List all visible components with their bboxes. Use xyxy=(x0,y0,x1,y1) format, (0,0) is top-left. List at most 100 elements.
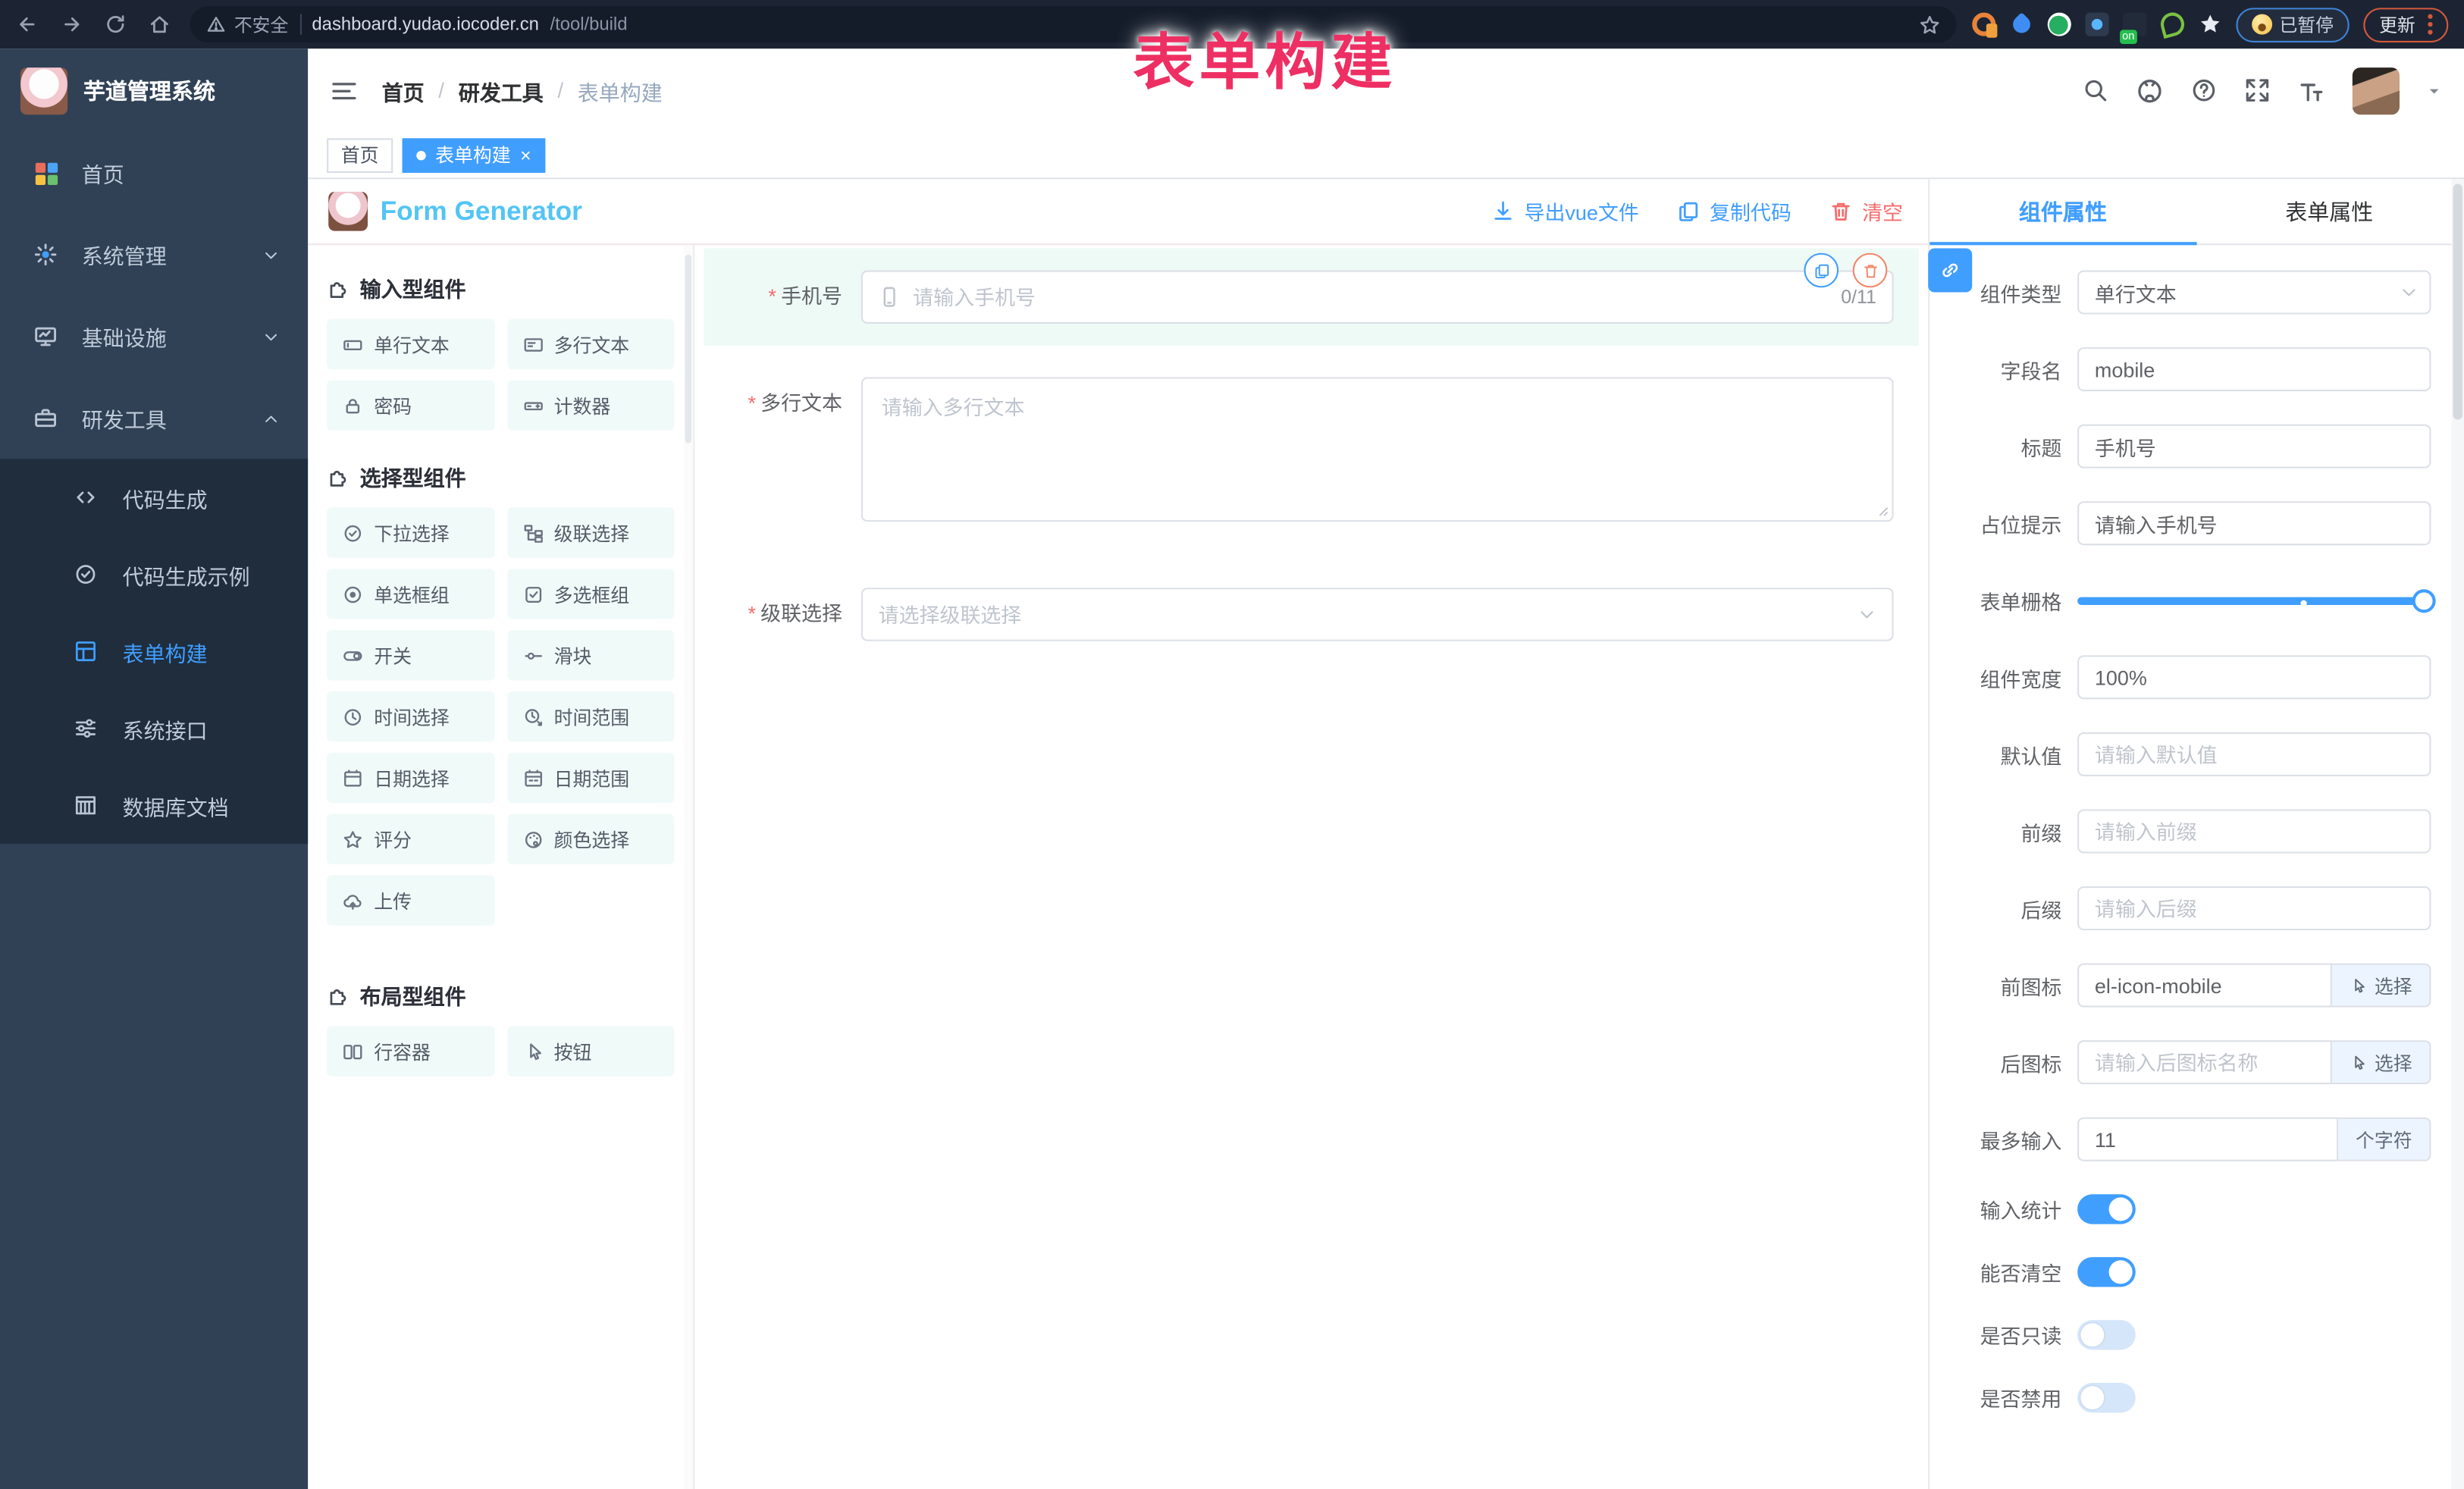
ext-orange-icon[interactable] xyxy=(1971,13,1995,36)
copy-code-button[interactable]: 复制代码 xyxy=(1677,196,1792,226)
ext-leaf-icon[interactable] xyxy=(2157,10,2186,39)
palette-item-time-picker[interactable]: 时间选择 xyxy=(327,691,494,741)
search-icon[interactable] xyxy=(2082,77,2108,104)
width-input[interactable] xyxy=(2077,655,2431,699)
ext-puzzle-icon[interactable] xyxy=(2198,13,2221,36)
palette-item-password[interactable]: 密码 xyxy=(327,381,494,431)
readonly-toggle[interactable] xyxy=(2077,1320,2136,1350)
sidebar-item-infra[interactable]: 基础设施 xyxy=(0,296,308,378)
field-name-input[interactable] xyxy=(2077,347,2431,391)
export-vue-button[interactable]: 导出vue文件 xyxy=(1491,196,1639,226)
palette-item-button[interactable]: 按钮 xyxy=(506,1026,674,1076)
resize-handle-icon[interactable] xyxy=(1875,503,1889,517)
choose-prefix-icon-button[interactable]: 选择 xyxy=(2332,964,2431,1008)
prefix-icon-input[interactable] xyxy=(2077,964,2332,1008)
radio-icon xyxy=(343,584,363,604)
palette-item-rate[interactable]: 评分 xyxy=(327,814,494,864)
max-length-input[interactable] xyxy=(2077,1118,2338,1161)
menu-dots-icon[interactable] xyxy=(2428,14,2432,35)
sidebar-item-api[interactable]: 系统接口 xyxy=(0,690,308,767)
bookmark-star-icon[interactable] xyxy=(1918,14,1940,36)
tag-form-builder[interactable]: 表单构建 × xyxy=(403,137,546,172)
breadcrumb-devtools[interactable]: 研发工具 xyxy=(459,74,544,105)
palette-item-slider[interactable]: 滑块 xyxy=(506,630,674,680)
palette-item-single-text[interactable]: 单行文本 xyxy=(327,319,494,369)
slider-handle[interactable] xyxy=(2412,589,2436,613)
mobile-input-field[interactable] xyxy=(913,285,1828,309)
ext-green-icon[interactable] xyxy=(2047,13,2071,36)
palette-item-cascader[interactable]: 级联选择 xyxy=(506,507,674,557)
palette-item-date-range[interactable]: 日期范围 xyxy=(506,753,674,803)
duplicate-item-button[interactable] xyxy=(1804,253,1839,288)
palette-item-color-picker[interactable]: 颜色选择 xyxy=(506,814,674,864)
cascader-field[interactable] xyxy=(879,603,1845,626)
palette-item-select[interactable]: 下拉选择 xyxy=(327,507,494,557)
textarea-field[interactable] xyxy=(882,391,1873,507)
palette-item-row-container[interactable]: 行容器 xyxy=(327,1026,494,1076)
palette-item-checkbox-group[interactable]: 多选框组 xyxy=(506,569,674,619)
reload-icon[interactable] xyxy=(104,13,127,36)
title-input[interactable] xyxy=(2077,425,2431,469)
canvas-row-cascader[interactable]: *级联选择 xyxy=(704,566,1919,663)
github-icon[interactable] xyxy=(2136,77,2164,105)
font-size-icon[interactable] xyxy=(2297,77,2325,105)
palette-item-upload[interactable]: 上传 xyxy=(327,875,494,925)
sidebar-item-db-doc[interactable]: 数据库文档 xyxy=(0,766,308,844)
default-value-input[interactable] xyxy=(2077,732,2431,776)
sidebar-item-codegen[interactable]: 代码生成 xyxy=(0,459,308,536)
palette-item-radio-group[interactable]: 单选框组 xyxy=(327,569,494,619)
disabled-toggle[interactable] xyxy=(2077,1383,2136,1412)
canvas-row-textarea[interactable]: *多行文本 xyxy=(704,355,1919,544)
textarea-input[interactable] xyxy=(861,377,1894,522)
page-scrollbar[interactable] xyxy=(2451,179,2464,1489)
canvas-row-mobile[interactable]: *手机号 0/11 xyxy=(704,248,1919,346)
forward-icon[interactable] xyxy=(60,13,83,36)
sidebar-item-codegen-demo[interactable]: 代码生成示例 xyxy=(0,536,308,613)
palette-item-textarea[interactable]: 多行文本 xyxy=(506,319,674,369)
breadcrumb-home[interactable]: 首页 xyxy=(382,74,425,105)
sidebar-item-system[interactable]: 系统管理 xyxy=(0,214,308,296)
clearable-toggle[interactable] xyxy=(2077,1257,2136,1287)
user-caret-icon[interactable] xyxy=(2426,83,2442,99)
update-button[interactable]: 更新 xyxy=(2363,7,2448,42)
tag-home[interactable]: 首页 xyxy=(327,137,393,172)
mobile-input[interactable]: 0/11 xyxy=(861,271,1894,324)
suffix-input[interactable] xyxy=(2077,886,2431,930)
clear-button[interactable]: 清空 xyxy=(1829,196,1903,226)
hamburger-icon[interactable] xyxy=(330,77,358,105)
choose-suffix-icon-button[interactable]: 选择 xyxy=(2332,1040,2431,1084)
tab-form-props[interactable]: 表单属性 xyxy=(2196,179,2462,243)
user-avatar[interactable] xyxy=(2353,67,2400,114)
insecure-badge[interactable]: 不安全 xyxy=(206,12,289,37)
suffix-icon-input[interactable] xyxy=(2077,1040,2332,1084)
grid-span-slider[interactable] xyxy=(2077,578,2431,622)
component-type-select[interactable] xyxy=(2077,271,2431,315)
help-icon[interactable] xyxy=(2190,77,2217,104)
sidebar-item-form-builder[interactable]: 表单构建 xyxy=(0,613,308,690)
address-bar[interactable]: 不安全 dashboard.yudao.iocoder.cn /tool/bui… xyxy=(190,6,1956,42)
delete-item-button[interactable] xyxy=(1853,253,1888,288)
ext-drop-icon[interactable] xyxy=(2009,13,2033,36)
paused-extension-pill[interactable]: 已暂停 xyxy=(2235,7,2349,42)
collapse-link-button[interactable] xyxy=(1928,248,1972,292)
close-icon[interactable]: × xyxy=(520,146,531,165)
ext-on-icon[interactable] xyxy=(2122,13,2146,36)
fullscreen-icon[interactable] xyxy=(2244,77,2271,104)
placeholder-input[interactable] xyxy=(2077,501,2431,545)
home-icon[interactable] xyxy=(148,13,171,36)
palette-item-counter[interactable]: 计数器 xyxy=(506,381,674,431)
cascader-input[interactable] xyxy=(861,588,1894,641)
show-count-toggle[interactable] xyxy=(2077,1194,2136,1224)
sidebar-item-home[interactable]: 首页 xyxy=(0,132,308,214)
component-type-value[interactable] xyxy=(2077,271,2431,315)
ext-dark-icon[interactable] xyxy=(2084,13,2108,36)
palette-item-switch[interactable]: 开关 xyxy=(327,630,494,680)
sidebar-item-devtools[interactable]: 研发工具 xyxy=(0,377,308,459)
back-icon[interactable] xyxy=(16,13,39,36)
prefix-input[interactable] xyxy=(2077,809,2431,853)
palette-item-date-picker[interactable]: 日期选择 xyxy=(327,753,494,803)
tab-component-props[interactable]: 组件属性 xyxy=(1930,179,2196,243)
scrollbar-thumb[interactable] xyxy=(2453,184,2462,420)
palette-scrollbar[interactable] xyxy=(684,245,693,1489)
palette-item-time-range[interactable]: 时间范围 xyxy=(506,691,674,741)
